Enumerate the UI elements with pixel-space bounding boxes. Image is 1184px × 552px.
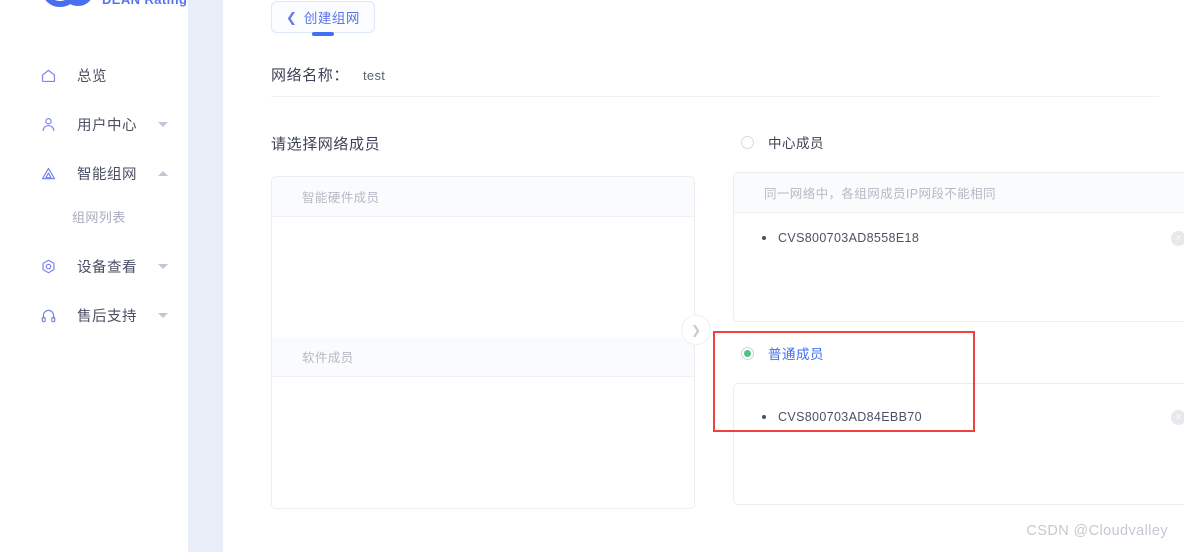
gear-icon [40, 258, 57, 275]
close-circle-icon[interactable]: ✕ [1171, 230, 1184, 246]
group-header-hardware: 智能硬件成员 [272, 177, 694, 217]
center-member-list[interactable]: CVS800703AD8558E18 ✕ [734, 213, 1184, 321]
radio-label: 中心成员 [768, 136, 824, 151]
radio-indicator [741, 135, 754, 149]
chevron-left-icon: ❮ [286, 9, 297, 25]
panel-title: 请选择网络成员 [271, 136, 381, 153]
sidebar-item-smart-network[interactable]: 智能组网 [0, 158, 188, 188]
tab-label: 创建组网 [303, 11, 360, 26]
center-member-hint: 同一网络中，各组网成员IP网段不能相同 [734, 173, 1184, 213]
member-selection-area: 请选择网络成员 智能硬件成员 软件成员 ❯ 中心成员 同一网络中，各组网成员IP… [223, 133, 1184, 509]
chevron-down-icon[interactable] [158, 312, 168, 318]
sidebar-subitem-network-list[interactable]: 组网列表 [0, 203, 188, 229]
sidebar-item-label: 用户中心 [77, 117, 137, 134]
sidebar-item-after-sales-support[interactable]: 售后支持 [0, 300, 188, 330]
sidebar-item-label: 设备查看 [77, 259, 137, 276]
header-divider [271, 96, 1159, 97]
logo-text: DEAN Rating [102, 0, 187, 7]
chevron-down-icon[interactable] [158, 121, 168, 127]
normal-member-box: CVS800703AD84EBB70 ✕ [733, 383, 1184, 505]
tab-active-indicator [311, 32, 334, 36]
list-item[interactable]: CVS800703AD84EBB70 ✕ [734, 400, 1184, 434]
sidebar-nav: 总览 用户中心 智能组网 组网列表 设备查看 售后支持 [0, 60, 188, 330]
available-members-box: 智能硬件成员 软件成员 [271, 176, 695, 509]
sidebar-item-label: 总览 [77, 68, 107, 85]
group-header-label: 软件成员 [302, 351, 354, 365]
home-icon [40, 67, 57, 84]
sidebar-subitem-label: 组网列表 [72, 209, 126, 225]
transfer-right-button[interactable]: ❯ [681, 315, 711, 345]
member-name: CVS800703AD8558E18 [778, 231, 920, 245]
app-root: DEAN Rating 总览 用户中心 [0, 0, 1184, 552]
group-body-software[interactable] [272, 377, 694, 508]
sidebar-item-overview[interactable]: 总览 [0, 60, 188, 90]
selected-members-panel: 中心成员 同一网络中，各组网成员IP网段不能相同 CVS800703AD8558… [713, 133, 1184, 505]
main-content: ❮ 创建组网 网络名称： test 请选择网络成员 智能硬件成员 软件成员 ❯ … [223, 0, 1184, 552]
tab-bar: ❮ 创建组网 [223, 0, 1184, 44]
radio-center-member[interactable]: 中心成员 [733, 133, 1184, 151]
chevron-right-icon: ❯ [690, 323, 702, 337]
chevron-down-icon[interactable] [158, 263, 168, 269]
radio-normal-member[interactable]: 普通成员 [733, 344, 1184, 362]
list-item[interactable]: CVS800703AD8558E18 ✕ [734, 221, 1184, 255]
sidebar: DEAN Rating 总览 用户中心 [0, 0, 188, 552]
sidebar-item-label: 智能组网 [77, 166, 137, 183]
headset-icon [40, 307, 57, 324]
bullet-icon [762, 236, 766, 240]
tab-create-network[interactable]: ❮ 创建组网 [271, 1, 375, 36]
normal-member-list[interactable]: CVS800703AD84EBB70 ✕ [734, 384, 1184, 504]
normal-member-group: 普通成员 CVS800703AD84EBB70 ✕ [713, 331, 1184, 505]
member-name: CVS800703AD84EBB70 [778, 410, 922, 424]
available-members-panel: 请选择网络成员 智能硬件成员 软件成员 [271, 133, 695, 509]
group-header-software: 软件成员 [272, 337, 694, 377]
radio-indicator [741, 346, 754, 360]
radio-label: 普通成员 [768, 347, 824, 362]
sidebar-divider-strip [188, 0, 223, 552]
center-member-box: 同一网络中，各组网成员IP网段不能相同 CVS800703AD8558E18 ✕ [733, 172, 1184, 322]
bullet-icon [762, 415, 766, 419]
logo[interactable]: DEAN Rating [0, 0, 188, 14]
sidebar-item-device-view[interactable]: 设备查看 [0, 251, 188, 281]
close-circle-icon[interactable]: ✕ [1171, 409, 1184, 425]
network-name-row: 网络名称： test [223, 44, 1184, 88]
network-name-label: 网络名称： [271, 67, 350, 84]
network-icon [40, 165, 57, 182]
user-icon [40, 116, 57, 133]
logo-icon [45, 0, 91, 7]
group-header-label: 智能硬件成员 [302, 191, 380, 205]
hint-label: 同一网络中，各组网成员IP网段不能相同 [764, 187, 996, 201]
sidebar-item-label: 售后支持 [77, 308, 137, 325]
watermark: CSDN @Cloudvalley [1026, 523, 1168, 539]
network-name-value: test [363, 68, 386, 83]
sidebar-item-user-center[interactable]: 用户中心 [0, 109, 188, 139]
group-body-hardware[interactable] [272, 217, 694, 337]
chevron-up-icon[interactable] [158, 170, 168, 176]
